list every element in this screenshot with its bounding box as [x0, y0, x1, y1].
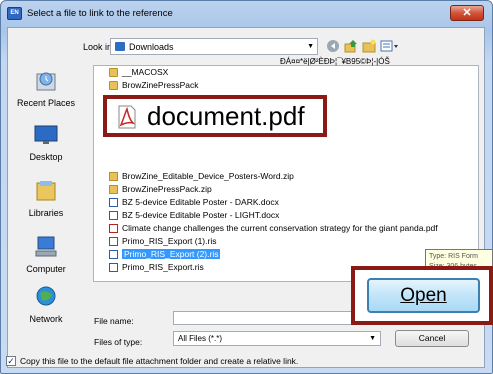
place-label: Recent Places	[16, 98, 76, 108]
ris-file-icon	[109, 263, 118, 272]
look-in-value: Downloads	[129, 42, 174, 52]
close-icon: ✕	[462, 7, 472, 19]
places-bar: Recent Places Desktop Libraries Computer…	[8, 64, 84, 334]
file-name: BrowZine_Editable_Device_Posters-Word.zi…	[122, 171, 294, 181]
window-title: Select a file to link to the reference	[27, 8, 173, 19]
file-name: BrowZinePressPack.zip	[122, 184, 212, 194]
up-folder-icon[interactable]	[344, 39, 358, 53]
copy-file-checkbox[interactable]: ✓	[6, 356, 16, 366]
endnote-app-icon: EN	[7, 7, 22, 20]
truncated-file-name: ÐÁ¤¤*ë|Ø²ÈÐÞ¦¯¥B95©Þ¦-|ÓŠ	[280, 57, 390, 66]
file-name: Primo_RIS_Export (1).ris	[122, 236, 217, 246]
file-name: __MACOSX	[122, 67, 169, 77]
place-network[interactable]: Network	[8, 284, 84, 324]
open-button-label: Open	[400, 285, 447, 306]
file-type-value: All Files (*.*)	[178, 334, 223, 343]
file-name: BrowZinePressPack	[122, 80, 199, 90]
folder-icon	[109, 68, 118, 77]
copy-file-label: Copy this file to the default file attac…	[20, 356, 299, 366]
close-button[interactable]: ✕	[450, 5, 484, 21]
place-libraries[interactable]: Libraries	[8, 178, 84, 218]
file-name-input[interactable]	[173, 311, 381, 325]
file-type-dropdown[interactable]: All Files (*.*) ▼	[173, 331, 381, 346]
word-document-icon	[109, 211, 118, 220]
place-label: Libraries	[28, 208, 64, 218]
libraries-icon	[32, 178, 60, 204]
chevron-down-icon: ▼	[369, 335, 376, 342]
open-button[interactable]: Open	[367, 278, 480, 313]
computer-icon	[32, 234, 60, 260]
document-name: document.pdf	[147, 101, 305, 131]
place-computer[interactable]: Computer	[8, 234, 84, 274]
file-name: Primo_RIS_Export (2).ris	[122, 249, 221, 259]
cancel-button[interactable]: Cancel	[395, 330, 469, 347]
new-folder-icon[interactable]	[362, 39, 376, 53]
place-recent-places[interactable]: Recent Places	[8, 68, 84, 108]
file-name: BZ 5-device Editable Poster - DARK.docx	[122, 197, 279, 207]
file-name: Climate change challenges the current co…	[122, 223, 438, 233]
view-menu-icon[interactable]	[380, 39, 400, 53]
downloads-folder-icon	[115, 42, 125, 51]
zip-icon	[109, 172, 118, 181]
place-desktop[interactable]: Desktop	[8, 122, 84, 162]
open-button-callout: Open	[351, 266, 493, 325]
place-label: Network	[29, 314, 63, 324]
file-type-label: Files of type:	[94, 337, 143, 347]
place-label: Desktop	[29, 152, 63, 162]
document-pdf-callout: document.pdf	[103, 95, 327, 137]
desktop-icon	[32, 122, 60, 148]
pdf-icon	[109, 224, 118, 233]
folder-icon	[109, 81, 118, 90]
chevron-down-icon: ▼	[307, 43, 314, 50]
word-document-icon	[109, 198, 118, 207]
title-bar[interactable]: EN Select a file to link to the referenc…	[1, 1, 492, 27]
ris-file-icon	[109, 237, 118, 246]
tooltip-type: Type: RIS Form	[429, 253, 479, 260]
pdf-icon	[118, 105, 136, 129]
network-icon	[32, 284, 60, 310]
recent-places-icon	[32, 68, 60, 94]
file-name: Primo_RIS_Export.ris	[122, 262, 204, 272]
ris-file-icon	[109, 250, 118, 259]
look-in-dropdown[interactable]: Downloads ▼	[110, 38, 318, 55]
back-icon[interactable]	[326, 39, 340, 53]
file-name: BZ 5-device Editable Poster - LIGHT.docx	[122, 210, 280, 220]
place-label: Computer	[26, 264, 66, 274]
file-name-label: File name:	[94, 316, 134, 326]
zip-icon	[109, 185, 118, 194]
